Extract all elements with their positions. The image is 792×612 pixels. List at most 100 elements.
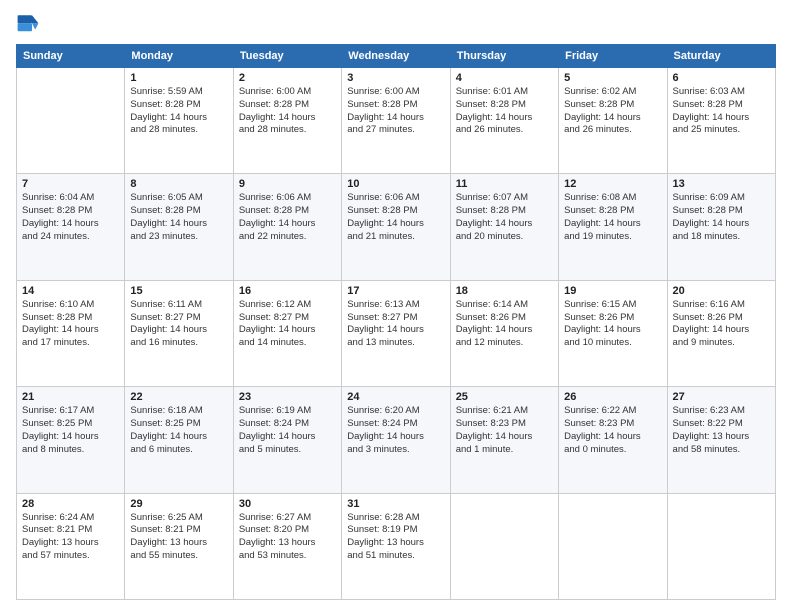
day-number: 21 [22,391,119,403]
day-number: 20 [673,285,770,297]
day-info: Sunrise: 6:08 AM Sunset: 8:28 PM Dayligh… [564,192,661,243]
calendar-cell [559,493,667,599]
day-info: Sunrise: 6:28 AM Sunset: 8:19 PM Dayligh… [347,512,444,563]
day-number: 30 [239,498,336,510]
calendar-cell: 14 Sunrise: 6:10 AM Sunset: 8:28 PM Dayli… [17,280,125,386]
weekday-header-saturday: Saturday [667,45,775,68]
day-info: Sunrise: 6:04 AM Sunset: 8:28 PM Dayligh… [22,192,119,243]
calendar-cell: 22Sunrise: 6:18 AM Sunset: 8:25 PM Dayli… [125,387,233,493]
day-info: Sunrise: 6:13 AM Sunset: 8:27 PM Dayligh… [347,299,444,350]
calendar-table: SundayMondayTuesdayWednesdayThursdayFrid… [16,44,776,600]
day-info: Sunrise: 6:19 AM Sunset: 8:24 PM Dayligh… [239,405,336,456]
day-info: Sunrise: 6:17 AM Sunset: 8:25 PM Dayligh… [22,405,119,456]
day-number: 24 [347,391,444,403]
calendar-cell: 31 Sunrise: 6:28 AM Sunset: 8:19 PM Dayli… [342,493,450,599]
calendar-cell: 30 Sunrise: 6:27 AM Sunset: 8:20 PM Dayli… [233,493,341,599]
calendar-cell: 13 Sunrise: 6:09 AM Sunset: 8:28 PM Dayli… [667,174,775,280]
day-info: Sunrise: 6:24 AM Sunset: 8:21 PM Dayligh… [22,512,119,563]
day-number: 9 [239,178,336,190]
day-info: Sunrise: 6:20 AM Sunset: 8:24 PM Dayligh… [347,405,444,456]
day-number: 16 [239,285,336,297]
day-info: Sunrise: 6:03 AM Sunset: 8:28 PM Dayligh… [673,86,770,137]
calendar-cell [17,68,125,174]
day-info: Sunrise: 6:14 AM Sunset: 8:26 PM Dayligh… [456,299,553,350]
day-info: Sunrise: 6:09 AM Sunset: 8:28 PM Dayligh… [673,192,770,243]
day-number: 15 [130,285,227,297]
day-number: 2 [239,72,336,84]
day-number: 13 [673,178,770,190]
header [16,12,776,36]
day-info: Sunrise: 6:16 AM Sunset: 8:26 PM Dayligh… [673,299,770,350]
week-row-4: 21 Sunrise: 6:17 AM Sunset: 8:25 PM Dayli… [17,387,776,493]
page: SundayMondayTuesdayWednesdayThursdayFrid… [0,0,792,612]
logo [16,12,44,36]
day-info: Sunrise: 6:11 AM Sunset: 8:27 PM Dayligh… [130,299,227,350]
weekday-header-friday: Friday [559,45,667,68]
day-number: 7 [22,178,119,190]
day-number: 18 [456,285,553,297]
day-number: 26 [564,391,661,403]
calendar-cell: 5 Sunrise: 6:02 AM Sunset: 8:28 PM Daylig… [559,68,667,174]
day-number: 31 [347,498,444,510]
day-number: 8 [130,178,227,190]
calendar-cell: 6 Sunrise: 6:03 AM Sunset: 8:28 PM Daylig… [667,68,775,174]
weekday-header-tuesday: Tuesday [233,45,341,68]
day-number: 1 [130,72,227,84]
day-info: Sunrise: 6:01 AM Sunset: 8:28 PM Dayligh… [456,86,553,137]
calendar-cell: 2 Sunrise: 6:00 AM Sunset: 8:28 PM Daylig… [233,68,341,174]
week-row-1: 1 Sunrise: 5:59 AM Sunset: 8:28 PM Daylig… [17,68,776,174]
day-info: Sunrise: 6:12 AM Sunset: 8:27 PM Dayligh… [239,299,336,350]
day-info: Sunrise: 6:05 AM Sunset: 8:28 PM Dayligh… [130,192,227,243]
day-info: Sunrise: 6:00 AM Sunset: 8:28 PM Dayligh… [239,86,336,137]
day-number: 23 [239,391,336,403]
calendar-cell: 1 Sunrise: 5:59 AM Sunset: 8:28 PM Daylig… [125,68,233,174]
day-number: 11 [456,178,553,190]
day-number: 25 [456,391,553,403]
calendar-cell [667,493,775,599]
week-row-3: 14 Sunrise: 6:10 AM Sunset: 8:28 PM Dayli… [17,280,776,386]
calendar-cell: 16 Sunrise: 6:12 AM Sunset: 8:27 PM Dayli… [233,280,341,386]
logo-icon [16,12,40,36]
calendar-cell: 4 Sunrise: 6:01 AM Sunset: 8:28 PM Daylig… [450,68,558,174]
calendar-cell: 26Sunrise: 6:22 AM Sunset: 8:23 PM Dayli… [559,387,667,493]
week-row-5: 28 Sunrise: 6:24 AM Sunset: 8:21 PM Dayli… [17,493,776,599]
calendar-cell: 23 Sunrise: 6:19 AM Sunset: 8:24 PM Dayli… [233,387,341,493]
day-number: 19 [564,285,661,297]
weekday-header-sunday: Sunday [17,45,125,68]
calendar-cell: 21 Sunrise: 6:17 AM Sunset: 8:25 PM Dayli… [17,387,125,493]
calendar-cell: 29 Sunrise: 6:25 AM Sunset: 8:21 PM Dayli… [125,493,233,599]
calendar-cell: 18 Sunrise: 6:14 AM Sunset: 8:26 PM Dayli… [450,280,558,386]
day-number: 3 [347,72,444,84]
day-number: 6 [673,72,770,84]
calendar-cell: 25Sunrise: 6:21 AM Sunset: 8:23 PM Dayli… [450,387,558,493]
calendar-cell [450,493,558,599]
calendar-cell: 10Sunrise: 6:06 AM Sunset: 8:28 PM Dayli… [342,174,450,280]
day-info: Sunrise: 6:27 AM Sunset: 8:20 PM Dayligh… [239,512,336,563]
weekday-header-thursday: Thursday [450,45,558,68]
day-number: 29 [130,498,227,510]
day-number: 17 [347,285,444,297]
day-number: 4 [456,72,553,84]
day-info: Sunrise: 6:15 AM Sunset: 8:26 PM Dayligh… [564,299,661,350]
weekday-header-wednesday: Wednesday [342,45,450,68]
day-info: Sunrise: 5:59 AM Sunset: 8:28 PM Dayligh… [130,86,227,137]
calendar-cell: 17 Sunrise: 6:13 AM Sunset: 8:27 PM Dayli… [342,280,450,386]
calendar-cell: 27Sunrise: 6:23 AM Sunset: 8:22 PM Dayli… [667,387,775,493]
calendar-cell: 3 Sunrise: 6:00 AM Sunset: 8:28 PM Daylig… [342,68,450,174]
day-info: Sunrise: 6:10 AM Sunset: 8:28 PM Dayligh… [22,299,119,350]
week-row-2: 7 Sunrise: 6:04 AM Sunset: 8:28 PM Daylig… [17,174,776,280]
day-number: 12 [564,178,661,190]
day-number: 14 [22,285,119,297]
day-number: 28 [22,498,119,510]
day-info: Sunrise: 6:02 AM Sunset: 8:28 PM Dayligh… [564,86,661,137]
day-number: 5 [564,72,661,84]
calendar-cell: 9 Sunrise: 6:06 AM Sunset: 8:28 PM Daylig… [233,174,341,280]
day-number: 10 [347,178,444,190]
day-number: 22 [130,391,227,403]
day-info: Sunrise: 6:00 AM Sunset: 8:28 PM Dayligh… [347,86,444,137]
weekday-header-monday: Monday [125,45,233,68]
calendar-cell: 12 Sunrise: 6:08 AM Sunset: 8:28 PM Dayli… [559,174,667,280]
day-info: Sunrise: 6:06 AM Sunset: 8:28 PM Dayligh… [239,192,336,243]
day-info: Sunrise: 6:25 AM Sunset: 8:21 PM Dayligh… [130,512,227,563]
calendar-cell: 19 Sunrise: 6:15 AM Sunset: 8:26 PM Dayli… [559,280,667,386]
